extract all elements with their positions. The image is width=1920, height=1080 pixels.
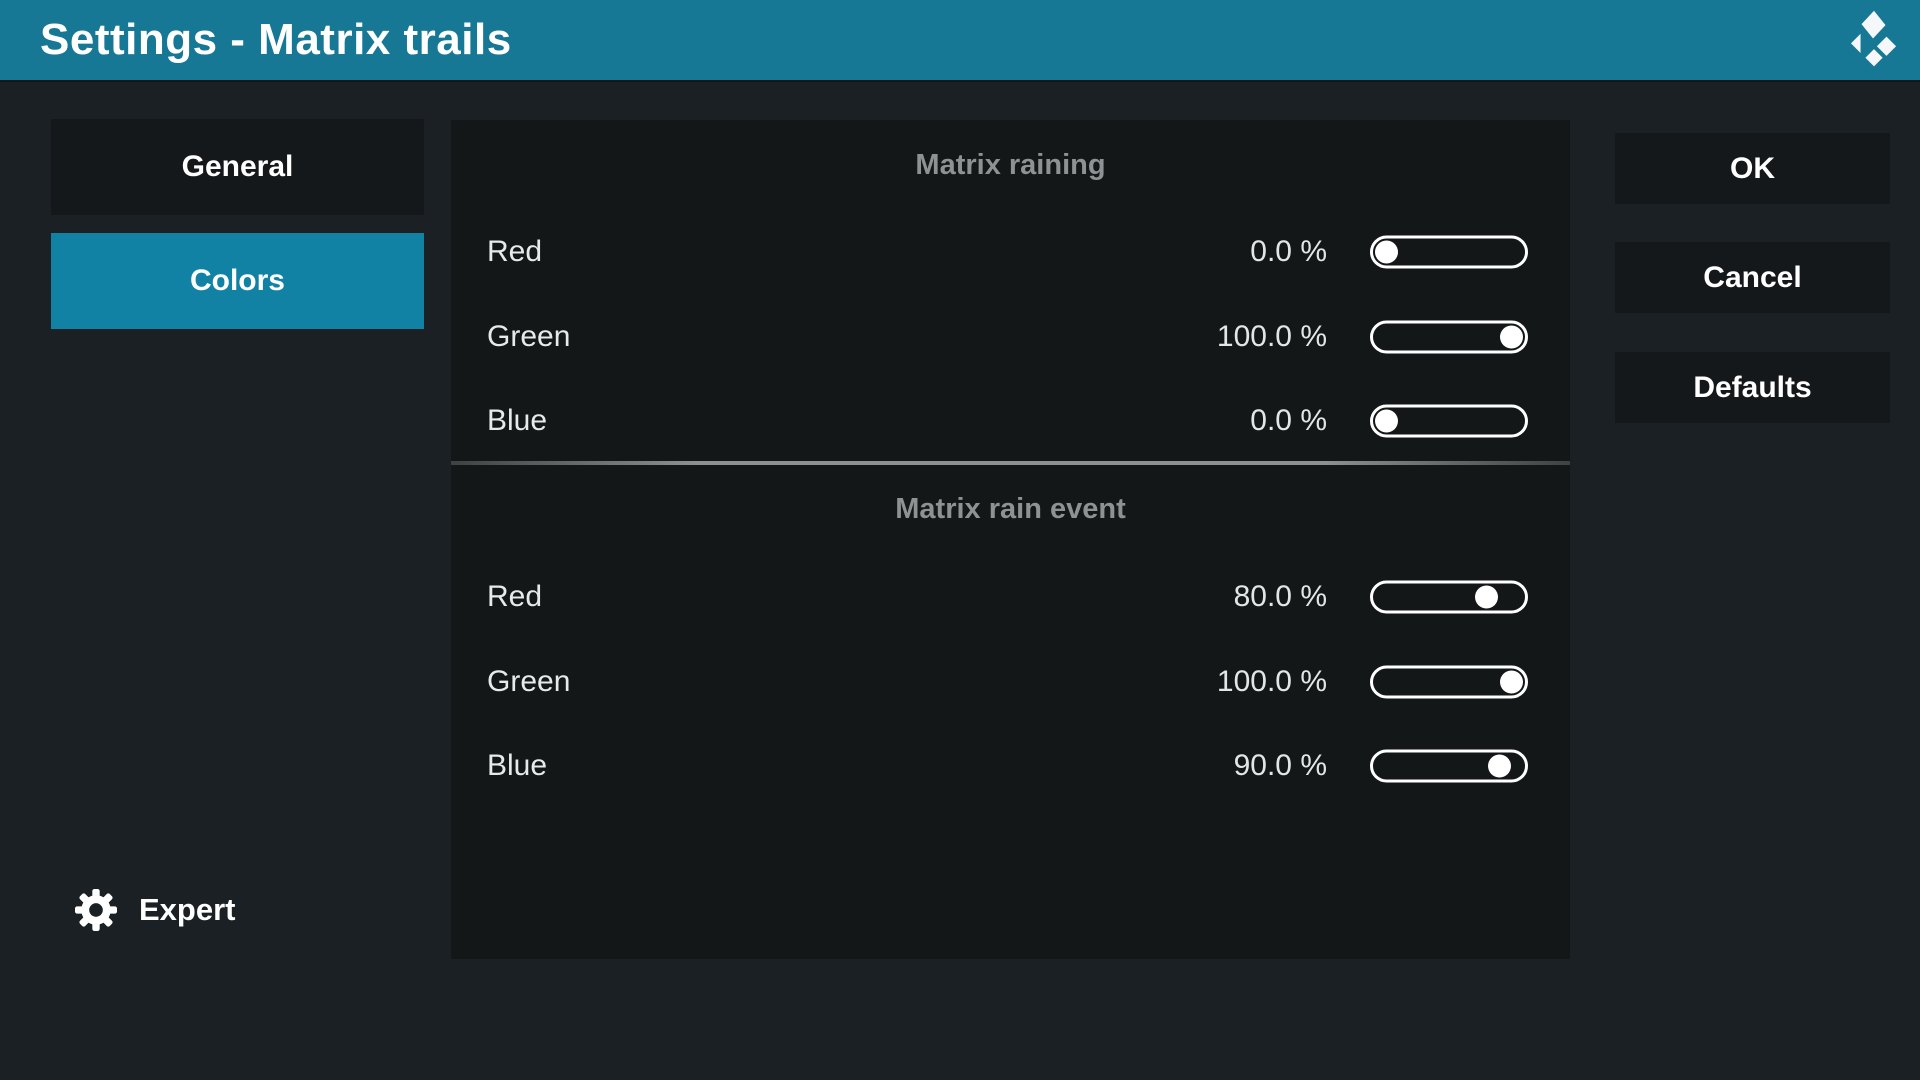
setting-value: 90.0 % <box>1234 749 1327 783</box>
action-button-label: OK <box>1730 152 1775 186</box>
setting-row: Blue 0.0 % <box>451 396 1570 446</box>
slider-knob[interactable] <box>1500 326 1523 349</box>
setting-row: Green 100.0 % <box>451 312 1570 362</box>
red-slider[interactable] <box>1370 236 1528 269</box>
setting-label: Blue <box>487 749 547 783</box>
section-header: Matrix rain event <box>451 489 1570 529</box>
slider-knob[interactable] <box>1488 755 1511 778</box>
green-slider[interactable] <box>1370 321 1528 354</box>
section-divider <box>451 461 1570 465</box>
setting-value: 0.0 % <box>1250 235 1327 269</box>
setting-label: Green <box>487 320 570 354</box>
setting-value: 100.0 % <box>1217 665 1327 699</box>
slider-knob[interactable] <box>1375 241 1398 264</box>
settings-dialog: { "window": { "title": "Settings - Matri… <box>0 0 1920 1080</box>
sidebar-item-label: General <box>182 150 294 184</box>
setting-value: 0.0 % <box>1250 404 1327 438</box>
section-header: Matrix raining <box>451 145 1570 185</box>
sidebar-item-general[interactable]: General <box>51 119 424 215</box>
action-button-label: Cancel <box>1703 261 1801 295</box>
kodi-logo-icon <box>1850 10 1898 69</box>
settings-level-button[interactable]: Expert <box>75 884 235 936</box>
setting-row: Green 100.0 % <box>451 657 1570 707</box>
blue-slider[interactable] <box>1370 405 1528 438</box>
blue-slider[interactable] <box>1370 750 1528 783</box>
setting-label: Blue <box>487 404 547 438</box>
slider-knob[interactable] <box>1375 410 1398 433</box>
setting-label: Red <box>487 235 542 269</box>
slider-knob[interactable] <box>1475 586 1498 609</box>
setting-label: Green <box>487 665 570 699</box>
setting-value: 80.0 % <box>1234 580 1327 614</box>
sidebar-item-label: Colors <box>190 264 285 298</box>
settings-level-label: Expert <box>139 892 235 928</box>
defaults-button[interactable]: Defaults <box>1615 352 1890 423</box>
title-bar: Settings - Matrix trails <box>0 0 1920 82</box>
setting-row: Red 80.0 % <box>451 572 1570 622</box>
slider-knob[interactable] <box>1500 671 1523 694</box>
action-button-label: Defaults <box>1693 371 1811 405</box>
setting-row: Red 0.0 % <box>451 227 1570 277</box>
gear-icon <box>75 889 117 931</box>
cancel-button[interactable]: Cancel <box>1615 242 1890 313</box>
page-title: Settings - Matrix trails <box>40 0 512 80</box>
setting-row: Blue 90.0 % <box>451 741 1570 791</box>
sidebar-item-colors[interactable]: Colors <box>51 233 424 329</box>
settings-panel: Matrix raining Red 0.0 % Green 100.0 % Blue 0.… <box>451 120 1570 959</box>
red-slider[interactable] <box>1370 581 1528 614</box>
ok-button[interactable]: OK <box>1615 133 1890 204</box>
setting-value: 100.0 % <box>1217 320 1327 354</box>
setting-label: Red <box>487 580 542 614</box>
green-slider[interactable] <box>1370 666 1528 699</box>
